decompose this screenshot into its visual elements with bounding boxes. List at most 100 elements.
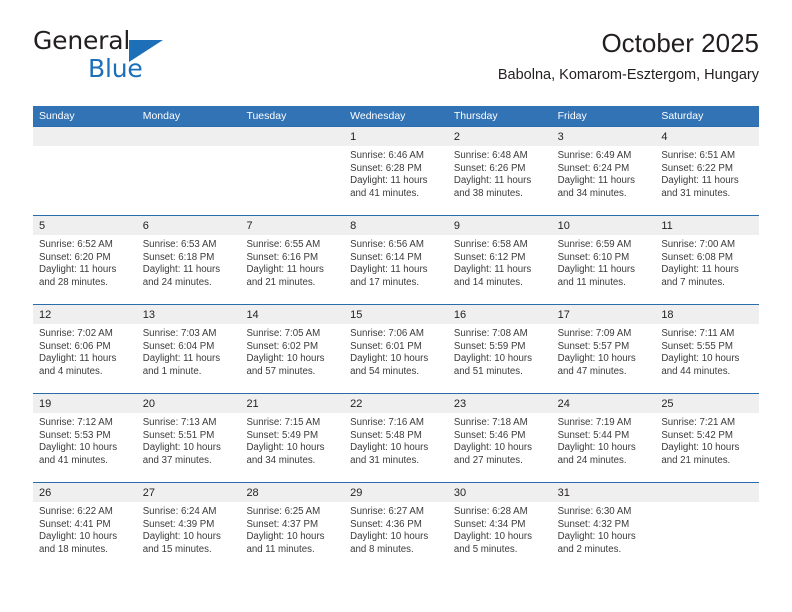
sunrise-text: Sunrise: 7:16 AM — [350, 417, 424, 428]
daylight-text-line2: and 57 minutes. — [246, 365, 316, 377]
sunrise-text: Sunrise: 6:49 AM — [557, 150, 632, 161]
calendar-day-cell[interactable]: 7 Sunrise: 6:55 AM Sunset: 6:16 PM Dayli… — [240, 216, 345, 304]
day-number: 13 — [142, 309, 155, 321]
daylight-text-line1: Daylight: 10 hours — [661, 442, 740, 454]
logo-text-general: General — [33, 26, 131, 55]
calendar-day-cell[interactable]: 5 Sunrise: 6:52 AM Sunset: 6:20 PM Dayli… — [33, 216, 137, 304]
daylight-text-line1: Daylight: 11 hours — [39, 264, 117, 276]
sunset-text: Sunset: 5:53 PM — [39, 429, 111, 441]
day-number: 5 — [39, 220, 46, 232]
day-number: 14 — [246, 309, 259, 321]
daylight-text-line1: Daylight: 11 hours — [661, 264, 739, 276]
generalblue-logo[interactable]: General Blue — [33, 26, 273, 88]
daylight-text-line2: and 4 minutes. — [39, 365, 103, 377]
day-number: 12 — [39, 309, 52, 321]
sunrise-text: Sunrise: 6:22 AM — [39, 506, 113, 517]
calendar-day-cell[interactable]: 31 Sunrise: 6:30 AM Sunset: 4:32 PM Dayl… — [551, 483, 656, 571]
sunrise-text: Sunrise: 6:46 AM — [350, 150, 424, 161]
daylight-text-line2: and 8 minutes. — [350, 543, 414, 555]
day-number: 10 — [557, 220, 570, 232]
calendar-day-cell[interactable]: 29 Sunrise: 6:27 AM Sunset: 4:36 PM Dayl… — [344, 483, 448, 571]
daylight-text-line1: Daylight: 11 hours — [350, 264, 428, 276]
sunset-text: Sunset: 6:10 PM — [557, 251, 630, 263]
calendar-day-cell[interactable]: 15 Sunrise: 7:06 AM Sunset: 6:01 PM Dayl… — [344, 305, 448, 393]
daylight-text-line2: and 21 minutes. — [246, 276, 316, 288]
sunrise-text: Sunrise: 6:56 AM — [350, 239, 424, 250]
calendar-day-cell[interactable]: 19 Sunrise: 7:12 AM Sunset: 5:53 PM Dayl… — [33, 394, 137, 482]
daylight-text-line2: and 51 minutes. — [453, 365, 523, 377]
daylight-text-line1: Daylight: 11 hours — [661, 175, 739, 187]
daylight-text-line1: Daylight: 11 hours — [453, 264, 532, 276]
calendar-day-cell[interactable]: 17 Sunrise: 7:09 AM Sunset: 5:57 PM Dayl… — [551, 305, 656, 393]
calendar-day-cell[interactable]: 27 Sunrise: 6:24 AM Sunset: 4:39 PM Dayl… — [136, 483, 241, 571]
day-number: 6 — [142, 220, 149, 232]
sunset-text: Sunset: 6:12 PM — [453, 251, 526, 263]
calendar-day-cell[interactable]: 11 Sunrise: 7:00 AM Sunset: 6:08 PM Dayl… — [655, 216, 760, 304]
calendar-day-cell[interactable]: 12 Sunrise: 7:02 AM Sunset: 6:06 PM Dayl… — [33, 305, 137, 393]
sunrise-text: Sunrise: 6:53 AM — [142, 239, 217, 250]
calendar-day-cell[interactable]: 10 Sunrise: 6:59 AM Sunset: 6:10 PM Dayl… — [551, 216, 656, 304]
sunset-text: Sunset: 6:22 PM — [661, 162, 733, 174]
weekday-header-thursday: Thursday — [453, 110, 498, 122]
calendar-day-cell[interactable]: 6 Sunrise: 6:53 AM Sunset: 6:18 PM Dayli… — [136, 216, 241, 304]
calendar-day-cell[interactable]: 24 Sunrise: 7:19 AM Sunset: 5:44 PM Dayl… — [551, 394, 656, 482]
day-number: 25 — [661, 398, 674, 410]
calendar-day-cell[interactable]: 20 Sunrise: 7:13 AM Sunset: 5:51 PM Dayl… — [136, 394, 241, 482]
calendar-day-cell[interactable]: 23 Sunrise: 7:18 AM Sunset: 5:46 PM Dayl… — [447, 394, 552, 482]
daylight-text-line1: Daylight: 10 hours — [39, 531, 118, 543]
calendar-day-cell[interactable]: 22 Sunrise: 7:16 AM Sunset: 5:48 PM Dayl… — [344, 394, 448, 482]
daylight-text-line1: Daylight: 11 hours — [246, 264, 324, 276]
sunrise-text: Sunrise: 6:59 AM — [557, 239, 632, 250]
calendar-day-cell[interactable]: 8 Sunrise: 6:56 AM Sunset: 6:14 PM Dayli… — [344, 216, 448, 304]
sunrise-text: Sunrise: 7:05 AM — [246, 328, 321, 339]
calendar-day-cell[interactable]: 13 Sunrise: 7:03 AM Sunset: 6:04 PM Dayl… — [136, 305, 241, 393]
daylight-text-line1: Daylight: 10 hours — [39, 442, 118, 454]
sunset-text: Sunset: 4:34 PM — [453, 518, 526, 530]
sunset-text: Sunset: 5:48 PM — [350, 429, 422, 441]
calendar-day-cell — [240, 127, 345, 215]
calendar-day-cell[interactable]: 9 Sunrise: 6:58 AM Sunset: 6:12 PM Dayli… — [447, 216, 552, 304]
calendar-day-cell[interactable]: 30 Sunrise: 6:28 AM Sunset: 4:34 PM Dayl… — [447, 483, 552, 571]
calendar-page: General Blue October 2025 Babolna, Komar… — [0, 0, 792, 612]
day-number: 9 — [453, 220, 460, 232]
calendar-day-cell[interactable]: 4 Sunrise: 6:51 AM Sunset: 6:22 PM Dayli… — [655, 127, 760, 215]
calendar-grid: Sunday Monday Tuesday Wednesday Thursday… — [33, 106, 760, 571]
calendar-day-cell[interactable]: 3 Sunrise: 6:49 AM Sunset: 6:24 PM Dayli… — [551, 127, 656, 215]
calendar-day-cell[interactable]: 18 Sunrise: 7:11 AM Sunset: 5:55 PM Dayl… — [655, 305, 760, 393]
sunset-text: Sunset: 5:49 PM — [246, 429, 319, 441]
sunset-text: Sunset: 6:14 PM — [350, 251, 422, 263]
sunset-text: Sunset: 6:26 PM — [453, 162, 526, 174]
calendar-day-cell[interactable]: 25 Sunrise: 7:21 AM Sunset: 5:42 PM Dayl… — [655, 394, 760, 482]
day-number: 18 — [661, 309, 674, 321]
daylight-text-line1: Daylight: 10 hours — [453, 531, 532, 543]
daylight-text-line2: and 41 minutes. — [39, 454, 108, 466]
sunrise-text: Sunrise: 7:06 AM — [350, 328, 424, 339]
sunrise-text: Sunrise: 7:21 AM — [661, 417, 736, 428]
day-number: 15 — [350, 309, 363, 321]
daylight-text-line1: Daylight: 11 hours — [453, 175, 532, 187]
calendar-day-cell[interactable]: 26 Sunrise: 6:22 AM Sunset: 4:41 PM Dayl… — [33, 483, 137, 571]
calendar-day-cell[interactable]: 21 Sunrise: 7:15 AM Sunset: 5:49 PM Dayl… — [240, 394, 345, 482]
daylight-text-line1: Daylight: 10 hours — [142, 442, 221, 454]
daylight-text-line1: Daylight: 10 hours — [350, 353, 429, 365]
calendar-day-cell[interactable]: 2 Sunrise: 6:48 AM Sunset: 6:26 PM Dayli… — [447, 127, 552, 215]
sunrise-text: Sunrise: 6:28 AM — [453, 506, 528, 517]
sunset-text: Sunset: 5:57 PM — [557, 340, 630, 352]
sunrise-text: Sunrise: 7:08 AM — [453, 328, 528, 339]
day-number: 30 — [453, 487, 467, 499]
daylight-text-line2: and 28 minutes. — [39, 276, 108, 288]
sunrise-text: Sunrise: 7:03 AM — [142, 328, 217, 339]
day-number: 16 — [453, 309, 467, 321]
calendar-day-cell[interactable]: 16 Sunrise: 7:08 AM Sunset: 5:59 PM Dayl… — [447, 305, 552, 393]
calendar-day-cell[interactable]: 1 Sunrise: 6:46 AM Sunset: 6:28 PM Dayli… — [344, 127, 448, 215]
daylight-text-line1: Daylight: 10 hours — [246, 442, 325, 454]
daylight-text-line2: and 37 minutes. — [142, 454, 212, 466]
daylight-text-line1: Daylight: 11 hours — [142, 353, 221, 365]
sunrise-text: Sunrise: 6:27 AM — [350, 506, 424, 517]
daylight-text-line2: and 21 minutes. — [661, 454, 731, 466]
calendar-day-cell[interactable]: 14 Sunrise: 7:05 AM Sunset: 6:02 PM Dayl… — [240, 305, 345, 393]
daylight-text-line1: Daylight: 11 hours — [39, 353, 117, 365]
calendar-day-cell[interactable]: 28 Sunrise: 6:25 AM Sunset: 4:37 PM Dayl… — [240, 483, 345, 571]
sunset-text: Sunset: 6:18 PM — [142, 251, 215, 263]
daylight-text-line2: and 15 minutes. — [142, 543, 212, 555]
